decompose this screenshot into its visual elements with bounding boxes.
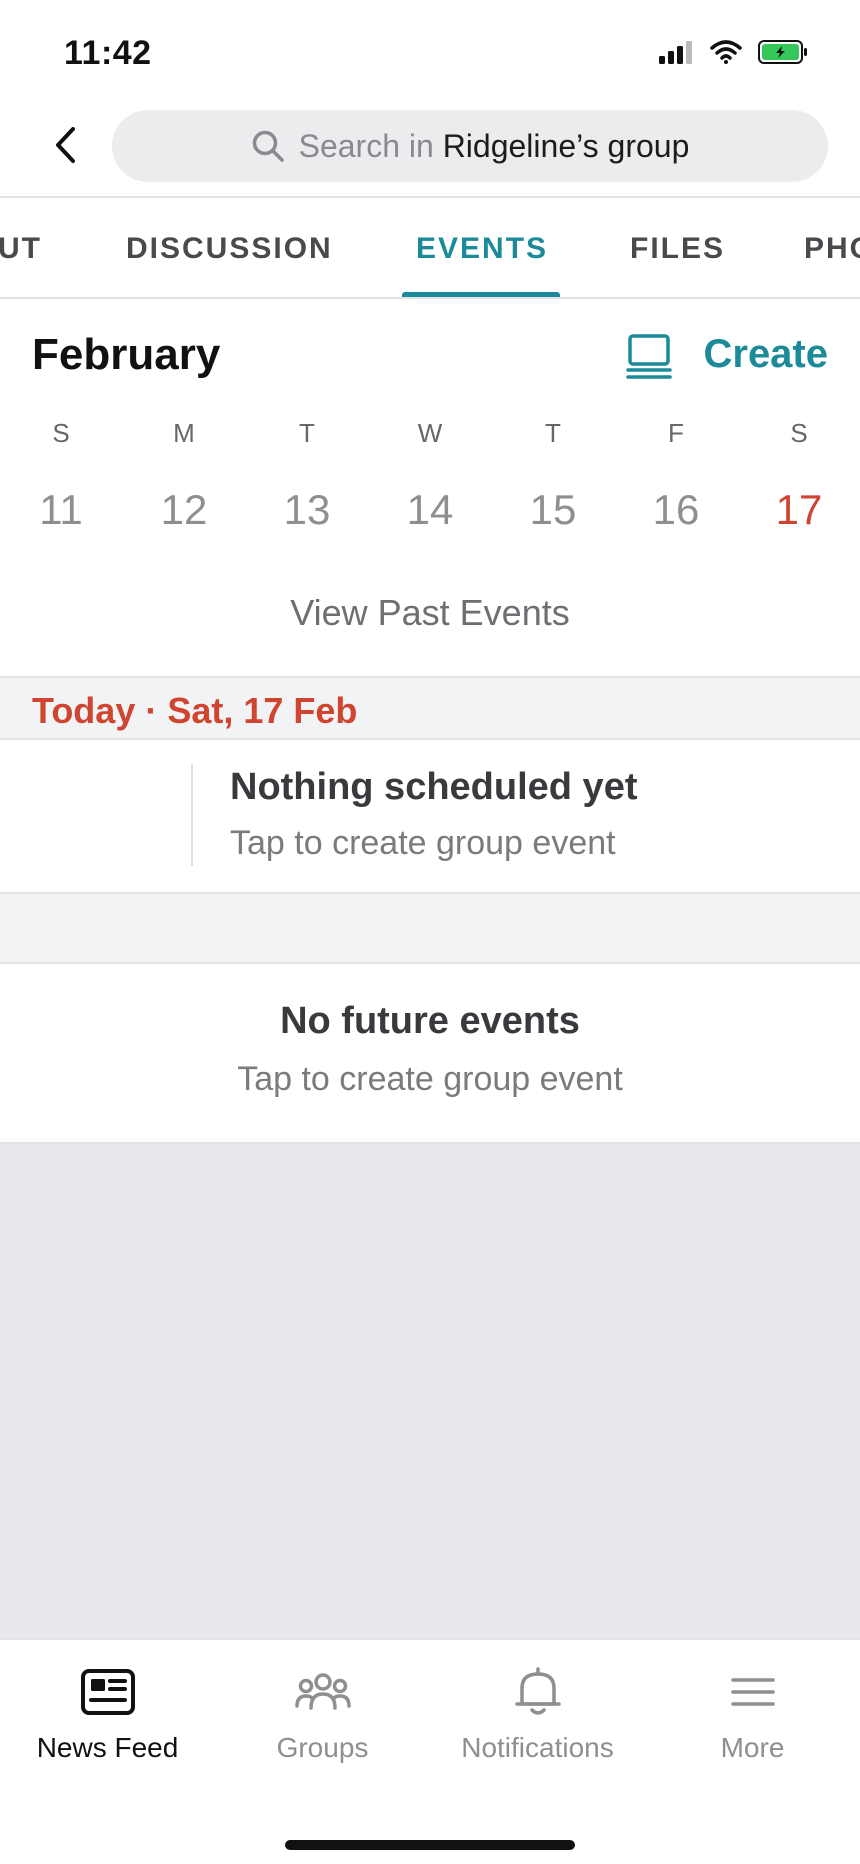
month-title: February: [32, 330, 221, 379]
bell-icon: [508, 1664, 568, 1720]
weekday-letter: T: [299, 418, 315, 448]
timeline-divider: [191, 764, 193, 866]
date-cell[interactable]: 14: [390, 486, 470, 534]
date-cell-today[interactable]: 17: [759, 486, 839, 534]
weekday-letter: W: [417, 418, 443, 448]
empty-content-area: [0, 1144, 860, 1638]
no-future-events-block[interactable]: No future events Tap to create group eve…: [0, 964, 860, 1144]
group-tabs: UT DISCUSSION EVENTS FILES PHO: [0, 196, 860, 299]
nav-label: Groups: [276, 1732, 369, 1763]
chevron-left-icon: [56, 127, 75, 163]
search-prefix: Search in: [298, 127, 443, 164]
battery-charging-icon: [758, 40, 807, 64]
view-past-events-link[interactable]: View Past Events: [0, 592, 860, 634]
weekday-letter: S: [52, 418, 70, 448]
today-date-label: Today · Sat, 17 Feb: [32, 690, 358, 731]
nav-news-feed[interactable]: News Feed: [0, 1664, 215, 1784]
month-header: February Create: [0, 300, 860, 410]
date-cell[interactable]: 13: [267, 486, 347, 534]
status-bar: 11:42: [0, 0, 860, 100]
date-cell[interactable]: 16: [636, 486, 716, 534]
no-future-events-title: No future events: [280, 1000, 580, 1042]
weekday-letter: M: [173, 418, 195, 448]
calendar-view-icon: [626, 334, 672, 379]
active-tab-indicator: [402, 292, 560, 297]
nav-label: More: [720, 1732, 785, 1763]
tab-events[interactable]: EVENTS: [416, 198, 548, 297]
weekday-letter: T: [545, 418, 561, 448]
create-event-button[interactable]: Create: [703, 332, 828, 377]
tab-photos[interactable]: PHO: [804, 198, 860, 297]
section-separator: [0, 894, 860, 964]
wifi-icon: [710, 40, 742, 64]
status-time: 11:42: [64, 34, 152, 72]
week-dates: 11 12 13 14 15 16 17: [0, 486, 860, 546]
nav-label: Notifications: [461, 1732, 614, 1763]
date-cell[interactable]: 15: [513, 486, 593, 534]
date-cell[interactable]: 11: [21, 486, 101, 534]
weekday-letter: F: [668, 418, 684, 448]
bottom-tab-bar: News Feed Groups Notifications More: [0, 1638, 860, 1864]
search-input[interactable]: Search in Ridgeline’s group: [112, 110, 828, 182]
nav-label: News Feed: [36, 1732, 179, 1763]
nothing-scheduled-row[interactable]: Nothing scheduled yet Tap to create grou…: [0, 740, 860, 894]
home-indicator[interactable]: [285, 1840, 575, 1850]
back-button[interactable]: [40, 120, 90, 170]
groups-icon: [293, 1664, 353, 1720]
tab-about[interactable]: UT: [0, 198, 42, 297]
status-icons: [658, 40, 808, 64]
weekday-letter: S: [790, 418, 808, 448]
calendar-view-button[interactable]: [624, 332, 674, 382]
signal-icon: [659, 41, 692, 64]
tab-discussion[interactable]: DISCUSSION: [126, 198, 333, 297]
no-future-events-subtitle: Tap to create group event: [237, 1060, 623, 1098]
menu-icon: [723, 1664, 783, 1720]
nav-notifications[interactable]: Notifications: [430, 1664, 645, 1784]
search-header: Search in Ridgeline’s group: [0, 100, 860, 196]
week-day-letters: S M T W T F S: [0, 418, 860, 458]
search-group-name: Ridgeline’s group: [442, 127, 690, 164]
nothing-scheduled-title: Nothing scheduled yet: [230, 766, 638, 808]
nothing-scheduled-subtitle: Tap to create group event: [230, 824, 616, 862]
today-header: Today · Sat, 17 Feb: [0, 676, 860, 740]
date-cell[interactable]: 12: [144, 486, 224, 534]
news-feed-icon: [78, 1664, 138, 1720]
search-icon: [252, 130, 284, 162]
tab-files[interactable]: FILES: [630, 198, 725, 297]
nav-groups[interactable]: Groups: [215, 1664, 430, 1784]
nav-more[interactable]: More: [645, 1664, 860, 1784]
search-placeholder: Search in Ridgeline’s group: [299, 128, 690, 165]
events-screen: 11:42 Search in Ridgeline’s group UT DIS…: [0, 0, 860, 1864]
